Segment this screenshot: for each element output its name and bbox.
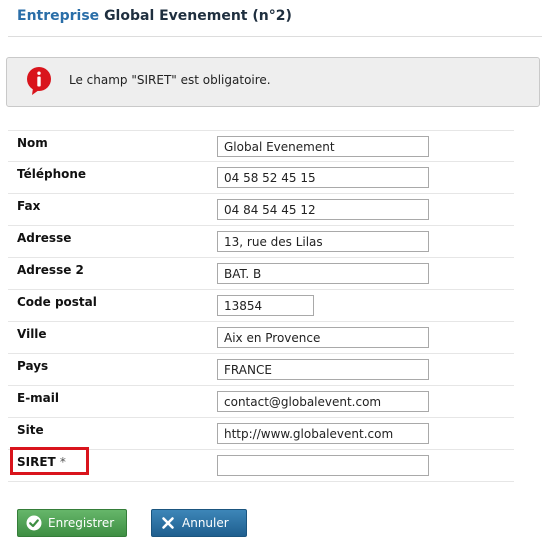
telephone-input[interactable]	[217, 167, 429, 188]
ville-label: Ville	[17, 327, 47, 341]
adresse-2-label: Adresse 2	[17, 263, 84, 277]
cancel-button[interactable]: Annuler	[151, 509, 247, 537]
form-row-email: E-mail	[8, 386, 514, 418]
nom-label: Nom	[17, 136, 48, 150]
pays-label: Pays	[17, 359, 49, 373]
telephone-label: Téléphone	[17, 167, 87, 181]
form-row-pays: Pays	[8, 354, 514, 386]
form-row-fax: Fax	[8, 194, 514, 226]
fax-label: Fax	[17, 199, 41, 213]
email-input[interactable]	[217, 391, 429, 412]
site-label: Site	[17, 423, 44, 437]
siret-input[interactable]	[217, 455, 429, 476]
nom-input[interactable]	[217, 136, 429, 157]
alert-message: Le champ "SIRET" est obligatoire.	[69, 73, 271, 87]
site-input[interactable]	[217, 423, 429, 444]
company-edit-page: Entreprise Global Evenement (n°2) Le cha…	[0, 0, 542, 541]
exclamation-circle-icon	[25, 66, 55, 100]
save-button-label: Enregistrer	[48, 516, 115, 530]
error-highlight-box	[10, 447, 89, 475]
pays-input[interactable]	[217, 359, 429, 380]
ville-input[interactable]	[217, 327, 429, 348]
cancel-button-label: Annuler	[182, 516, 229, 530]
form-row-code-postal: Code postal	[8, 290, 514, 322]
x-icon	[160, 515, 176, 531]
email-label: E-mail	[17, 391, 60, 405]
checkmark-icon	[26, 515, 42, 531]
error-alert: Le champ "SIRET" est obligatoire.	[6, 57, 540, 107]
form-row-ville: Ville	[8, 322, 514, 354]
code-postal-label: Code postal	[17, 295, 97, 309]
adresse-label: Adresse	[17, 231, 72, 245]
adresse-input[interactable]	[217, 231, 429, 252]
form-row-adresse-2: Adresse 2	[8, 258, 514, 290]
form-row-nom: Nom	[8, 130, 514, 162]
company-form: Nom Téléphone Fax Adresse Adresse 2 Code…	[8, 130, 514, 482]
page-title: Entreprise Global Evenement (n°2)	[17, 8, 292, 24]
form-row-site: Site	[8, 418, 514, 450]
form-row-adresse: Adresse	[8, 226, 514, 258]
company-title: Global Evenement (n°2)	[104, 8, 292, 24]
entity-label: Entreprise	[17, 8, 100, 24]
title-divider	[8, 36, 542, 37]
fax-input[interactable]	[217, 199, 429, 220]
save-button[interactable]: Enregistrer	[17, 509, 127, 537]
adresse-2-input[interactable]	[217, 263, 429, 284]
form-row-siret: SIRET *	[8, 447, 514, 482]
form-row-telephone: Téléphone	[8, 162, 514, 194]
code-postal-input[interactable]	[217, 295, 314, 316]
